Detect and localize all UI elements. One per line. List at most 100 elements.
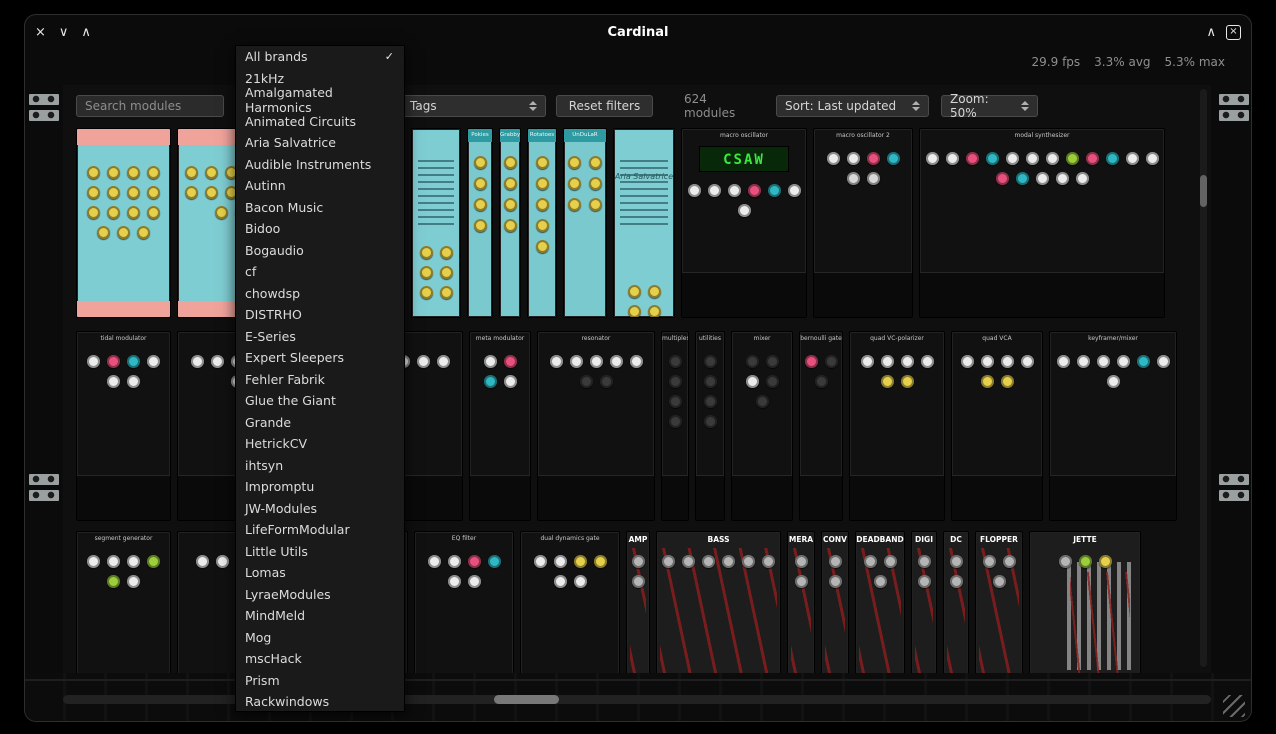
close-box-icon[interactable]: × xyxy=(1226,25,1241,40)
knob xyxy=(468,575,481,588)
brand-menu-item[interactable]: Autinn xyxy=(236,175,404,197)
brand-menu-item[interactable]: Little Utils xyxy=(236,541,404,563)
module-tile[interactable]: dual dynamics gate xyxy=(520,531,620,673)
knob xyxy=(887,152,900,165)
knob xyxy=(756,395,769,408)
module-panel-art xyxy=(944,545,968,638)
keep-above-icon[interactable]: ∧ xyxy=(1206,26,1216,39)
brand-menu-item[interactable]: Audible Instruments xyxy=(236,154,404,176)
brand-menu-item[interactable]: DISTRHO xyxy=(236,304,404,326)
module-tile[interactable]: DIGI xyxy=(911,531,937,673)
module-tile[interactable]: macro oscillator CSAW xyxy=(681,128,807,318)
module-tile[interactable]: keyframer/mixer xyxy=(1049,331,1177,521)
module-panel-art xyxy=(468,142,492,262)
module-tile[interactable]: CONV xyxy=(821,531,849,673)
module-tile[interactable]: BASS xyxy=(656,531,781,673)
reset-filters-button[interactable]: Reset filters xyxy=(556,95,653,117)
tags-dropdown[interactable]: Tags xyxy=(401,95,546,117)
brand-menu-item[interactable]: JW-Modules xyxy=(236,498,404,520)
brand-menu-item[interactable]: Rackwindows xyxy=(236,691,404,712)
knob xyxy=(1059,555,1072,568)
knob xyxy=(950,575,963,588)
knob xyxy=(861,355,874,368)
module-tile[interactable]: meta modulator xyxy=(469,331,531,521)
vertical-scrollbar-thumb[interactable] xyxy=(1200,175,1207,207)
module-tile[interactable]: quad VC-polarizer xyxy=(849,331,945,521)
brand-menu-item[interactable]: E-Series xyxy=(236,326,404,348)
knob xyxy=(147,206,160,219)
module-tile[interactable]: AMP xyxy=(626,531,650,673)
brand-menu-item[interactable]: Fehler Fabrik xyxy=(236,369,404,391)
module-tile[interactable]: Pokies xyxy=(467,128,493,318)
module-tile[interactable]: modal synthesizer xyxy=(919,128,1165,318)
knob xyxy=(901,355,914,368)
module-tile[interactable]: MERA xyxy=(787,531,815,673)
module-panel-art xyxy=(521,545,619,638)
brand-menu-item[interactable]: Bidoo xyxy=(236,218,404,240)
brand-menu-item[interactable]: Impromptu xyxy=(236,476,404,498)
module-tile[interactable]: Rotatoes xyxy=(527,128,557,318)
brand-menu-item[interactable]: Expert Sleepers xyxy=(236,347,404,369)
knob xyxy=(864,555,877,568)
brand-menu-item-label: 21kHz xyxy=(245,71,284,86)
sort-dropdown[interactable]: Sort: Last updated xyxy=(776,95,929,117)
zoom-dropdown[interactable]: Zoom: 50% xyxy=(941,95,1038,117)
knob xyxy=(87,206,100,219)
module-tile[interactable]: bernoulli gate xyxy=(799,331,843,521)
module-tile[interactable]: DC xyxy=(943,531,969,673)
brand-menu-item[interactable]: mscHack xyxy=(236,648,404,670)
brand-menu-item[interactable]: LifeFormModular xyxy=(236,519,404,541)
module-tile[interactable]: utilities xyxy=(695,331,725,521)
brand-menu-item[interactable]: All brands ✓ xyxy=(236,46,404,68)
brand-menu-item[interactable]: Bogaudio xyxy=(236,240,404,262)
close-icon[interactable]: × xyxy=(35,26,46,39)
titlebar: × ∨ ∧ Cardinal ∧ × xyxy=(25,15,1251,49)
brand-menu-item[interactable]: ihtsyn xyxy=(236,455,404,477)
module-tile[interactable]: EQ filter xyxy=(414,531,514,673)
knob xyxy=(648,285,661,298)
chevron-up-icon[interactable]: ∧ xyxy=(81,26,91,39)
module-tile[interactable]: multiples xyxy=(661,331,689,521)
module-tile[interactable] xyxy=(411,128,461,318)
brand-menu-item[interactable]: Amalgamated Harmonics xyxy=(236,89,404,111)
module-tile[interactable]: UnDuLaR xyxy=(563,128,607,318)
knob xyxy=(648,305,661,318)
module-tile[interactable]: macro oscillator 2 xyxy=(813,128,913,318)
module-tile[interactable]: Grabby xyxy=(499,128,521,318)
horizontal-scrollbar-thumb[interactable] xyxy=(494,695,559,704)
brand-menu-item[interactable]: Mog xyxy=(236,627,404,649)
module-tile[interactable]: tidal modulator xyxy=(76,331,171,521)
brand-menu-item[interactable]: cf xyxy=(236,261,404,283)
module-tile[interactable]: FLOPPER xyxy=(975,531,1023,673)
module-tile[interactable] xyxy=(76,128,171,318)
knob xyxy=(484,375,497,388)
brand-menu-item[interactable]: Glue the Giant xyxy=(236,390,404,412)
brand-menu-item[interactable]: Prism xyxy=(236,670,404,692)
brand-menu-item[interactable]: HetrickCV xyxy=(236,433,404,455)
module-tile[interactable]: Aria Salvatrice xyxy=(613,128,675,318)
vertical-scrollbar[interactable] xyxy=(1200,89,1207,667)
brand-menu-item[interactable]: Bacon Music xyxy=(236,197,404,219)
brand-menu-item[interactable]: chowdsp xyxy=(236,283,404,305)
knob xyxy=(1006,152,1019,165)
brand-menu-item[interactable]: Grande xyxy=(236,412,404,434)
knob xyxy=(127,186,140,199)
module-tile[interactable]: DEADBAND xyxy=(855,531,905,673)
module-panel-art xyxy=(788,545,814,638)
knob xyxy=(669,415,682,428)
module-tile[interactable]: segment generator xyxy=(76,531,171,673)
module-tile[interactable]: JETTE xyxy=(1029,531,1141,673)
knob xyxy=(554,575,567,588)
search-input[interactable] xyxy=(85,99,215,113)
brand-menu-item[interactable]: LyraeModules xyxy=(236,584,404,606)
chevron-down-icon[interactable]: ∨ xyxy=(59,26,69,39)
module-tile[interactable]: mixer xyxy=(731,331,793,521)
brand-menu-item[interactable]: Aria Salvatrice xyxy=(236,132,404,154)
module-title: bernoulli gate xyxy=(800,332,842,345)
brand-menu-item[interactable]: MindMeld xyxy=(236,605,404,627)
brand-menu-item-label: Prism xyxy=(245,673,280,688)
brand-menu-item[interactable]: Lomas xyxy=(236,562,404,584)
module-tile[interactable]: quad VCA xyxy=(951,331,1043,521)
resize-grip[interactable] xyxy=(1223,695,1245,717)
module-tile[interactable]: resonator xyxy=(537,331,655,521)
